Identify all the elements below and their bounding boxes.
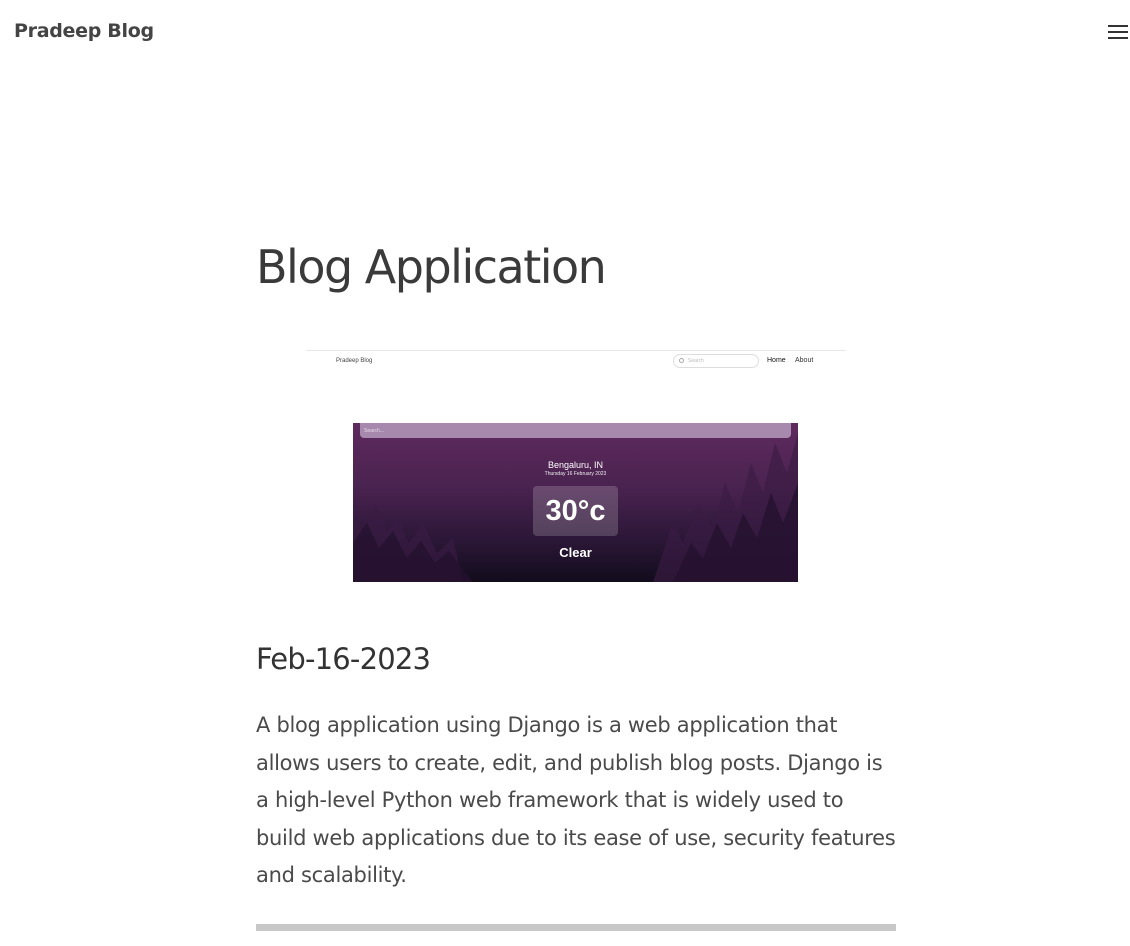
weather-condition: Clear: [559, 545, 592, 560]
brand-link[interactable]: Pradeep Blog: [14, 20, 154, 42]
search-icon: [679, 358, 684, 363]
post-body: A blog application using Django is a web…: [256, 713, 896, 887]
navbar: Pradeep Blog: [0, 0, 1130, 64]
post-title: Blog Application: [256, 240, 607, 294]
screenshot-search-field: Search: [673, 354, 759, 368]
screenshot-divider: [306, 350, 846, 351]
screenshot-nav-home: Home: [767, 357, 786, 364]
screenshot-search-placeholder: Search: [688, 358, 704, 364]
temperature-card: 30°c: [533, 486, 618, 536]
weather-app-preview: Search... Bengaluru, IN Thursday 16 Febr…: [353, 423, 798, 582]
post-date: Feb-16-2023: [256, 642, 431, 676]
post-screenshot-image: Pradeep Blog Search Home About Search...…: [306, 350, 846, 584]
section-divider: [256, 924, 896, 931]
screenshot-nav-about: About: [795, 357, 814, 364]
weather-search-input: Search...: [360, 423, 791, 438]
hamburger-menu-icon[interactable]: [1108, 24, 1128, 40]
weather-city: Bengaluru, IN: [547, 460, 604, 470]
weather-date: Thursday 16 February 2023: [544, 471, 607, 477]
screenshot-brand: Pradeep Blog: [336, 358, 373, 364]
temperature-value: 30°c: [545, 495, 606, 527]
